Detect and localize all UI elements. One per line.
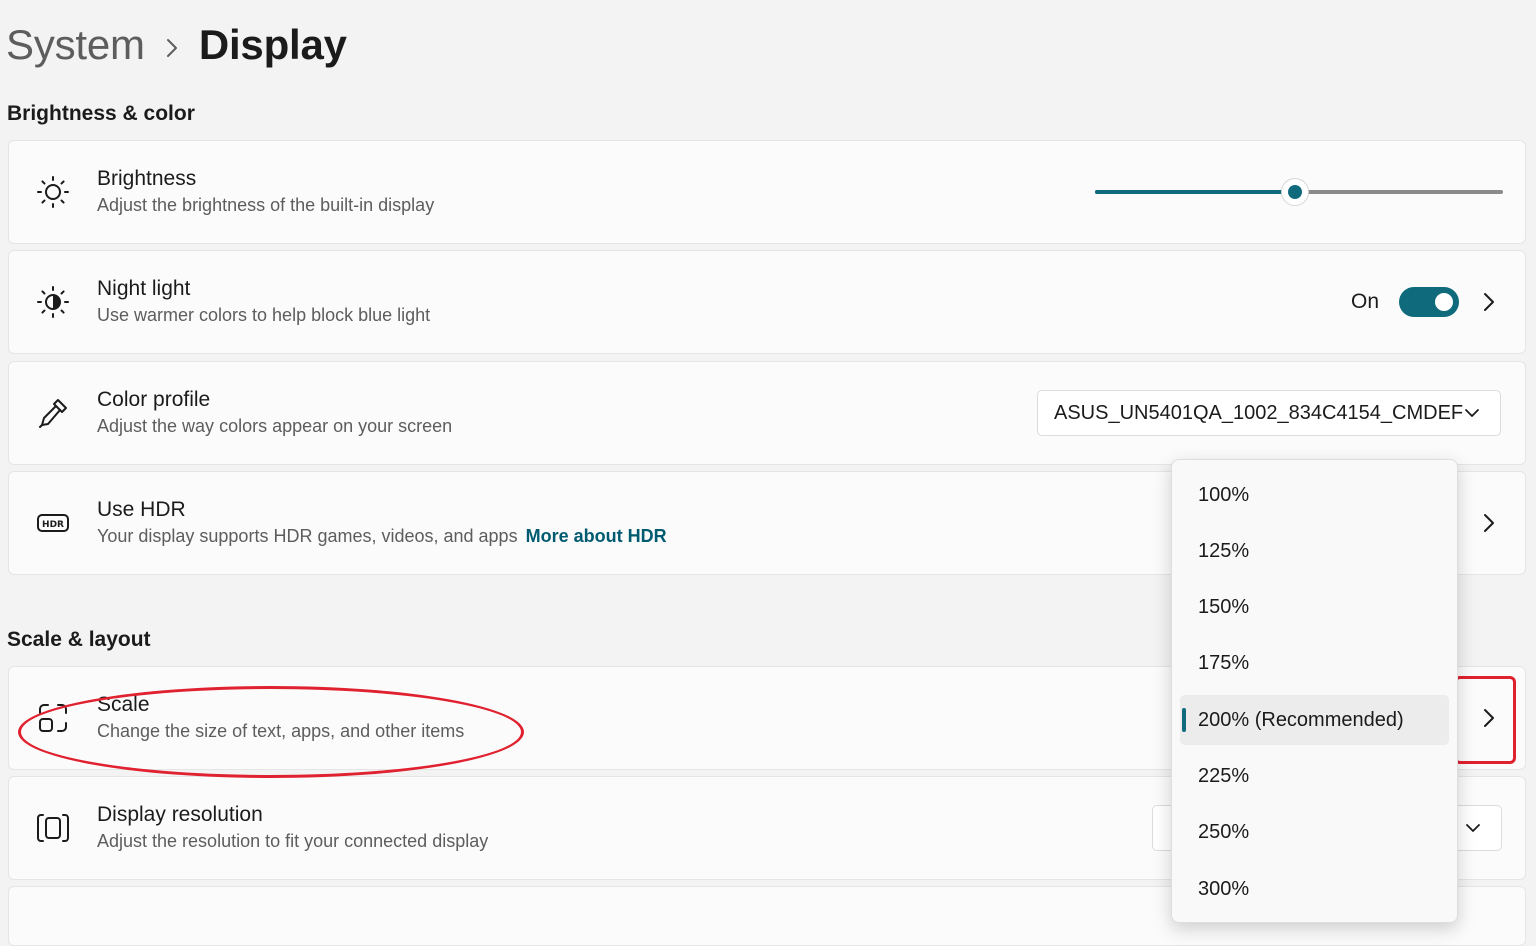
chevron-down-icon [1462, 403, 1482, 423]
night-light-description: Use warmer colors to help block blue lig… [97, 305, 431, 325]
night-light-state-label: On [1350, 290, 1379, 313]
color-profile-title: Color profile [97, 388, 211, 411]
scale-option[interactable]: 175% [1180, 639, 1449, 689]
color-profile-description: Adjust the way colors appear on your scr… [97, 416, 453, 436]
scale-option[interactable]: 300% [1180, 864, 1449, 914]
night-light-title: Night light [97, 277, 191, 300]
scale-option[interactable]: 125% [1180, 526, 1449, 576]
night-light-card[interactable]: Night light Use warmer colors to help bl… [8, 250, 1526, 354]
svg-text:HDR: HDR [42, 520, 64, 530]
color-profile-card: Color profile Adjust the way colors appe… [8, 361, 1526, 465]
toggle-knob [1435, 293, 1453, 311]
slider-fill [1095, 190, 1295, 194]
chevron-down-icon [1463, 818, 1483, 838]
slider-thumb[interactable] [1280, 178, 1309, 206]
chevron-right-icon[interactable] [1479, 513, 1499, 533]
scale-option[interactable]: 100% [1180, 470, 1449, 520]
page-title: Display [198, 21, 347, 68]
scale-options-flyout: 100% 125% 150% 175% 200% (Recommended) 225% 25… [1171, 459, 1458, 923]
scale-option[interactable]: 250% [1180, 808, 1449, 858]
more-about-hdr-link[interactable]: More about HDR [526, 526, 667, 546]
breadcrumb: System Display [6, 14, 347, 76]
brightness-slider[interactable] [1095, 177, 1503, 207]
scale-option[interactable]: 225% [1180, 752, 1449, 802]
breadcrumb-chevron-icon [145, 21, 199, 69]
color-profile-dropdown[interactable]: ASUS_UN5401QA_1002_834C4154_CMDEF [1037, 390, 1501, 436]
resolution-icon [35, 810, 71, 846]
scale-option[interactable]: 150% [1180, 583, 1449, 633]
hdr-description: Your display supports HDR games, videos,… [97, 526, 518, 546]
eyedropper-icon [35, 395, 71, 431]
brightness-title: Brightness [97, 167, 197, 190]
color-profile-value: ASUS_UN5401QA_1002_834C4154_CMDEF [1054, 401, 1464, 424]
night-light-toggle[interactable] [1399, 287, 1459, 317]
annotation-ellipse [18, 686, 524, 778]
annotation-rect [1454, 676, 1516, 764]
section-title-scale-layout: Scale & layout [7, 628, 151, 651]
breadcrumb-system-link[interactable]: System [6, 21, 145, 69]
scale-option[interactable]: 200% (Recommended) [1180, 695, 1449, 746]
display-resolution-description: Adjust the resolution to fit your connec… [97, 831, 489, 851]
night-sun-icon [35, 284, 71, 320]
section-title-brightness-color: Brightness & color [7, 102, 195, 125]
sun-icon [35, 174, 71, 210]
hdr-title: Use HDR [97, 498, 186, 521]
brightness-description: Adjust the brightness of the built-in di… [97, 195, 435, 215]
brightness-card: Brightness Adjust the brightness of the … [8, 140, 1526, 244]
chevron-right-icon[interactable] [1479, 292, 1499, 312]
display-resolution-title: Display resolution [97, 803, 263, 826]
hdr-icon: HDR [35, 505, 71, 541]
